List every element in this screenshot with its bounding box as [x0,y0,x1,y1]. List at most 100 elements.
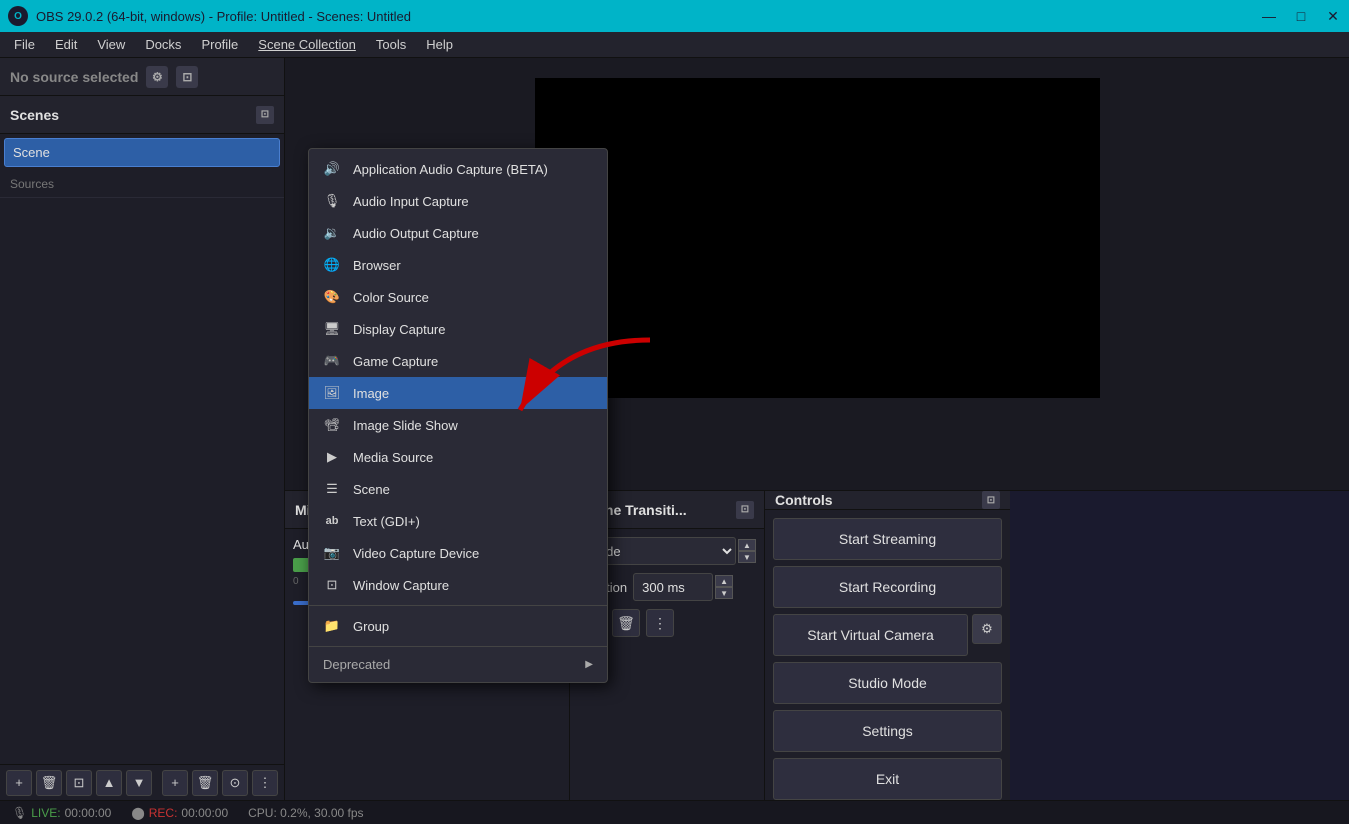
menu-bar: File Edit View Docks Profile Scene Colle… [0,32,1349,58]
ctx-browser-label: Browser [353,258,401,273]
scenes-panel-header: Scenes ⊡ [0,96,284,134]
virtual-camera-settings-button[interactable]: ⚙ [972,614,1002,644]
menu-view[interactable]: View [87,32,135,57]
ctx-browser[interactable]: 🌐 Browser [309,249,607,281]
rec-time: 00:00:00 [181,806,228,820]
fade-spin-up[interactable]: ▲ [738,539,756,551]
ctx-media-icon: ▶ [323,448,341,466]
remove-scene-button[interactable]: 🗑 [36,770,62,796]
ctx-slideshow-icon: 📽 [323,416,341,434]
start-streaming-button[interactable]: Start Streaming [773,518,1002,560]
move-down-button[interactable]: ▼ [126,770,152,796]
ctx-audio-input-label: Audio Input Capture [353,194,469,209]
settings-label: Settings [862,723,913,739]
ctx-audio-output[interactable]: 🔉 Audio Output Capture [309,217,607,249]
fade-spin-down[interactable]: ▼ [738,551,756,563]
ctx-display-icon: 🖥 [323,320,341,338]
start-streaming-label: Start Streaming [839,531,936,547]
ctx-video-label: Video Capture Device [353,546,479,561]
menu-file[interactable]: File [4,32,45,57]
menu-edit[interactable]: Edit [45,32,87,57]
ctx-app-audio-capture[interactable]: 🔊 Application Audio Capture (BETA) [309,153,607,185]
properties-extra-button[interactable]: ⊡ [176,66,198,88]
menu-profile[interactable]: Profile [191,32,248,57]
ctx-app-audio-label: Application Audio Capture (BETA) [353,162,548,177]
ctx-audio-input-icon: 🎙 [323,192,341,210]
controls-expand-button[interactable]: ⊡ [982,491,1000,509]
duration-spin-down[interactable]: ▼ [715,587,733,599]
rec-label: REC: [149,806,178,820]
settings-button[interactable]: Settings [773,710,1002,752]
ctx-audio-input[interactable]: 🎙 Audio Input Capture [309,185,607,217]
ctx-scene-label: Scene [353,482,390,497]
ctx-scene[interactable]: ☰ Scene [309,473,607,505]
properties-gear-button[interactable]: ⚙ [146,66,168,88]
maximize-button[interactable]: □ [1293,8,1309,24]
rec-status: ⬤ REC: 00:00:00 [131,806,228,820]
title-text: OBS 29.0.2 (64-bit, windows) - Profile: … [36,9,411,24]
start-virtual-camera-button[interactable]: Start Virtual Camera [773,614,968,656]
ctx-display-label: Display Capture [353,322,446,337]
ctx-group-label: Group [353,619,389,634]
menu-docks[interactable]: Docks [135,32,191,57]
controls-header: Controls ⊡ [765,491,1010,510]
ctx-color-source[interactable]: 🎨 Color Source [309,281,607,313]
sources-extra-button[interactable]: ⊙ [222,770,248,796]
sources-add-button[interactable]: + [162,770,188,796]
ctx-separator-2 [309,646,607,647]
ctx-game-icon: 🎮 [323,352,341,370]
ctx-text-icon: ab [323,512,341,530]
studio-mode-button[interactable]: Studio Mode [773,662,1002,704]
virtual-camera-row: Start Virtual Camera ⚙ [773,614,1002,656]
ctx-window-capture[interactable]: ⊡ Window Capture [309,569,607,601]
no-source-label: No source selected [10,69,138,85]
exit-label: Exit [876,771,899,787]
studio-mode-label: Studio Mode [848,675,927,691]
scenes-expand-button[interactable]: ⊡ [256,106,274,124]
ctx-image-slideshow[interactable]: 📽 Image Slide Show [309,409,607,441]
filter-scene-button[interactable]: ⊡ [66,770,92,796]
ctx-video-capture[interactable]: 📷 Video Capture Device [309,537,607,569]
sources-remove-button[interactable]: 🗑 [192,770,218,796]
minimize-button[interactable]: — [1261,8,1277,24]
fade-spin-buttons: ▲ ▼ [738,539,756,563]
ctx-group-icon: 📁 [323,617,341,635]
transitions-expand-button[interactable]: ⊡ [736,501,754,519]
ctx-deprecated[interactable]: Deprecated ▶ [309,651,607,678]
ctx-text-gdi[interactable]: ab Text (GDI+) [309,505,607,537]
duration-input[interactable] [633,573,713,601]
menu-help[interactable]: Help [416,32,463,57]
ctx-game-capture[interactable]: 🎮 Game Capture [309,345,607,377]
start-recording-button[interactable]: Start Recording [773,566,1002,608]
ctx-image-label: Image [353,386,389,401]
sources-placeholder: Sources [0,171,284,198]
live-status: 🎙 LIVE: 00:00:00 [12,806,111,820]
content-area: No source selected ⚙ ⊡ Scenes ⊡ Scene [0,58,1349,800]
add-scene-button[interactable]: + [6,770,32,796]
close-button[interactable]: ✕ [1325,8,1341,24]
ctx-image-icon: 🖼 [323,384,341,402]
scene-item[interactable]: Scene [4,138,280,167]
ctx-group[interactable]: 📁 Group [309,610,607,642]
controls-content: Start Streaming Start Recording Start Vi… [765,510,1010,800]
live-icon: 🎙 [12,806,27,820]
duration-spin-up[interactable]: ▲ [715,575,733,587]
menu-scene-collection[interactable]: Scene Collection [248,32,366,57]
ctx-text-label: Text (GDI+) [353,514,420,529]
ctx-media-source[interactable]: ▶ Media Source [309,441,607,473]
properties-header: No source selected ⚙ ⊡ [0,58,284,96]
transition-menu-button[interactable]: ⋮ [646,609,674,637]
exit-button[interactable]: Exit [773,758,1002,800]
ctx-deprecated-arrow: ▶ [585,659,593,670]
controls-panel: Controls ⊡ Start Streaming Start Recordi… [765,491,1010,800]
sources-menu-button[interactable]: ⋮ [252,770,278,796]
move-up-button[interactable]: ▲ [96,770,122,796]
ctx-image[interactable]: 🖼 Image [309,377,607,409]
title-bar: O OBS 29.0.2 (64-bit, windows) - Profile… [0,0,1349,32]
ctx-game-label: Game Capture [353,354,438,369]
ctx-display-capture[interactable]: 🖥 Display Capture [309,313,607,345]
transition-remove-button[interactable]: 🗑 [612,609,640,637]
menu-tools[interactable]: Tools [366,32,416,57]
ctx-scene-icon: ☰ [323,480,341,498]
ctx-color-icon: 🎨 [323,288,341,306]
